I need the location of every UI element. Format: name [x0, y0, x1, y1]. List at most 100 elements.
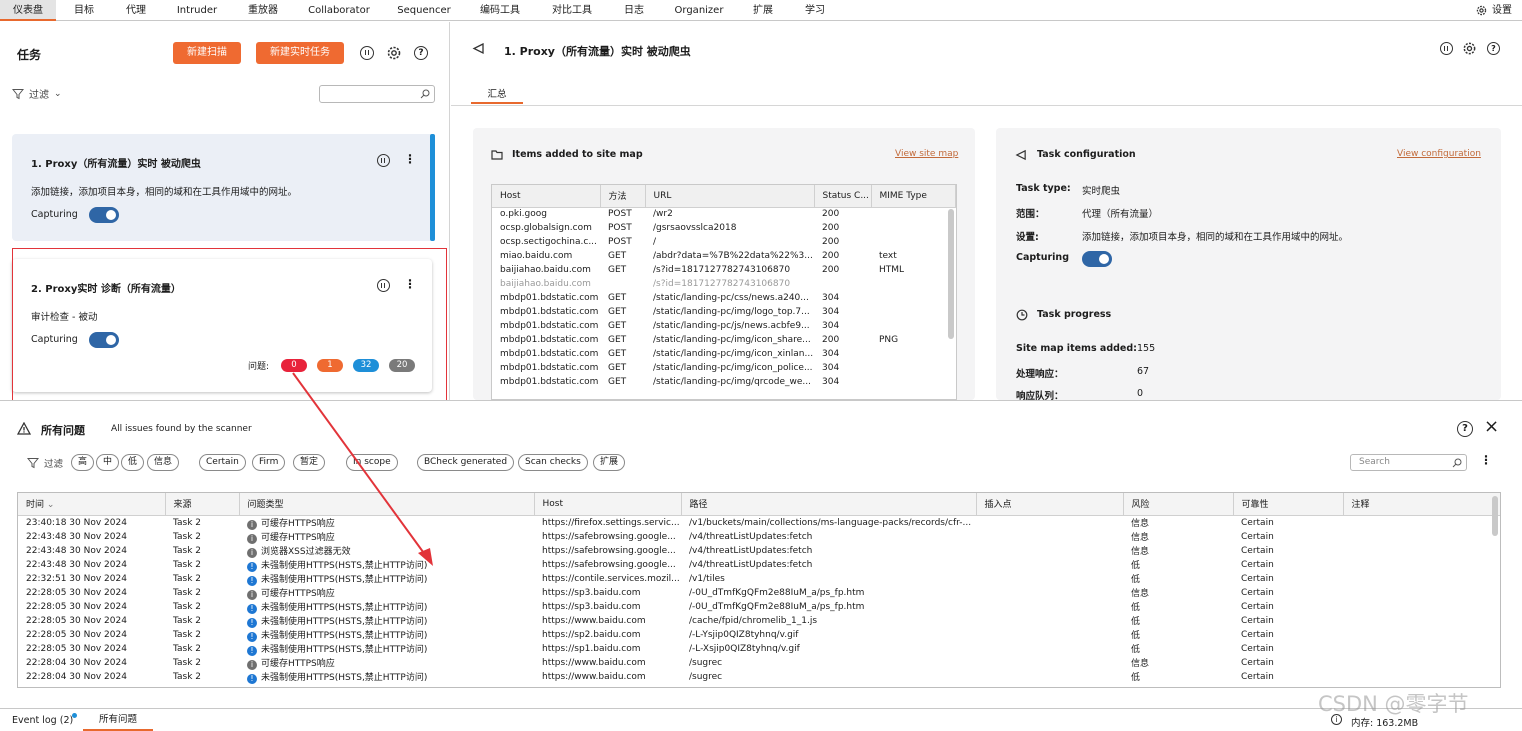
chip-high[interactable]: 高: [71, 454, 95, 471]
issue-row[interactable]: 22:43:48 30 Nov 2024 Task 2 i 浏览器XSS过滤器无效 ht…: [18, 544, 1500, 558]
issue-row[interactable]: 22:28:05 30 Nov 2024 Task 2 i 可缓存HTTPS响应 htt…: [18, 586, 1500, 600]
sitemap-row[interactable]: mbdp01.bdstatic.com GET/static/landing-pc…: [492, 319, 956, 333]
issue-row[interactable]: 23:40:18 30 Nov 2024 Task 2 i 可缓存HTTPS响应 htt…: [18, 515, 1500, 530]
column-header[interactable]: 风险: [1123, 493, 1234, 516]
sitemap-row[interactable]: baijiahao.baidu.com/s?id=181712778274310…: [492, 277, 956, 291]
capturing-toggle[interactable]: [1082, 251, 1112, 267]
help-icon[interactable]: ?: [1457, 421, 1473, 437]
new-live-task-button[interactable]: 新建实时任务: [256, 42, 344, 64]
sitemap-cell: mbdp01.bdstatic.com: [500, 321, 599, 331]
column-header[interactable]: Host: [492, 185, 601, 208]
sitemap-row[interactable]: baijiahao.baidu.com GET/s?id=181712778274…: [492, 263, 956, 277]
sitemap-row[interactable]: o.pki.goog POST/wr2 200: [492, 207, 956, 221]
tab-decoder[interactable]: 编码工具: [470, 0, 530, 21]
pause-all-icon[interactable]: [360, 46, 374, 60]
tab-learn[interactable]: 学习: [794, 0, 836, 21]
chip-certain[interactable]: Certain: [199, 454, 246, 471]
issue-time: 22:43:48 30 Nov 2024: [26, 545, 127, 556]
help-icon[interactable]: ?: [414, 46, 428, 60]
capturing-toggle[interactable]: [89, 207, 119, 223]
tab-extensions[interactable]: 扩展: [744, 0, 782, 21]
chip-info[interactable]: 信息: [147, 454, 180, 471]
sitemap-row[interactable]: mbdp01.bdstatic.com GET/static/landing-pc…: [492, 291, 956, 305]
sitemap-row[interactable]: miao.baidu.com GET/abdr?data=%7B%22data%2…: [492, 249, 956, 263]
issue-row[interactable]: 22:28:05 30 Nov 2024 Task 2! 未强制使用HTTPS(HS…: [18, 642, 1500, 656]
column-header-time[interactable]: 时间 ⌄: [18, 493, 166, 516]
gear-icon[interactable]: [1462, 41, 1477, 56]
pause-icon[interactable]: [377, 154, 390, 167]
issue-row[interactable]: 22:28:05 30 Nov 2024 Task 2! 未强制使用HTTPS(HS…: [18, 600, 1500, 614]
sitemap-scrollbar[interactable]: [948, 209, 954, 339]
sitemap-row[interactable]: mbdp01.bdstatic.com GET/static/landing-pc…: [492, 361, 956, 375]
issue-row[interactable]: 22:28:05 30 Nov 2024 Task 2! 未强制使用HTTPS(HS…: [18, 614, 1500, 628]
new-scan-button[interactable]: 新建扫描: [173, 42, 241, 64]
issue-row[interactable]: 22:28:04 30 Nov 2024 Task 2 i 可缓存HTTPS响应 htt…: [18, 656, 1500, 670]
tab-organizer[interactable]: Organizer: [666, 0, 732, 21]
column-header[interactable]: 来源: [165, 493, 240, 516]
sitemap-row[interactable]: mbdp01.bdstatic.com GET/static/landing-pc…: [492, 305, 956, 319]
column-header[interactable]: 插入点: [976, 493, 1124, 516]
sitemap-row[interactable]: ocsp.sectigochina.c... POST / 200: [492, 235, 956, 249]
chip-tentative[interactable]: 暂定: [293, 454, 326, 471]
column-header[interactable]: 可靠性: [1233, 493, 1344, 516]
tab-comparer[interactable]: 对比工具: [542, 0, 602, 21]
issue-row[interactable]: 22:43:48 30 Nov 2024 Task 2! 未强制使用HTTPS(HS…: [18, 558, 1500, 572]
issue-source: Task 2: [173, 657, 202, 668]
more-options-icon[interactable]: ⋮: [1480, 453, 1492, 467]
view-site-map-link[interactable]: View site map: [895, 149, 958, 159]
column-header[interactable]: URL: [645, 185, 815, 208]
tab-collaborator[interactable]: Collaborator: [300, 0, 378, 21]
chip-in-scope[interactable]: In scope: [346, 454, 398, 471]
task-search-input[interactable]: [319, 85, 435, 103]
tab-repeater[interactable]: 重放器: [238, 0, 288, 21]
issues-filter-button[interactable]: 过滤: [27, 456, 63, 470]
column-header[interactable]: 注释: [1343, 493, 1500, 516]
issues-scrollbar[interactable]: [1492, 496, 1498, 536]
chip-firm[interactable]: Firm: [252, 454, 286, 471]
column-header[interactable]: MIME Type: [871, 185, 956, 208]
tab-summary[interactable]: 汇总: [471, 82, 523, 104]
sitemap-row[interactable]: mbdp01.bdstatic.com GET/static/landing-pc…: [492, 333, 956, 347]
sitemap-row[interactable]: ocsp.globalsign.com POST/gsrsaovsslca2018…: [492, 221, 956, 235]
issue-time: 22:28:05 30 Nov 2024: [26, 601, 127, 612]
issue-type-label: 可缓存HTTPS响应: [261, 658, 335, 669]
issue-risk: 低: [1131, 561, 1141, 571]
column-header[interactable]: 问题类型: [239, 493, 535, 516]
all-issues-tab[interactable]: 所有问题: [83, 709, 153, 731]
settings-button[interactable]: 设置: [1475, 0, 1512, 21]
chip-low[interactable]: 低: [121, 454, 145, 471]
view-configuration-link[interactable]: View configuration: [1397, 149, 1481, 159]
column-header[interactable]: 方法: [600, 185, 646, 208]
tab-sequencer[interactable]: Sequencer: [390, 0, 458, 21]
tab-logger[interactable]: 日志: [614, 0, 654, 21]
filter-button[interactable]: 过滤 ⌄: [12, 86, 62, 101]
issue-row[interactable]: 22:43:48 30 Nov 2024 Task 2 i 可缓存HTTPS响应 htt…: [18, 530, 1500, 544]
chip-scan-checks[interactable]: Scan checks: [518, 454, 588, 471]
tab-intruder[interactable]: Intruder: [168, 0, 226, 21]
issue-row[interactable]: 22:28:05 30 Nov 2024 Task 2! 未强制使用HTTPS(HS…: [18, 628, 1500, 642]
tab-proxy[interactable]: 代理: [114, 0, 158, 21]
issue-row[interactable]: 22:32:51 30 Nov 2024 Task 2! 未强制使用HTTPS(HS…: [18, 572, 1500, 586]
gear-icon[interactable]: [386, 45, 402, 61]
tab-target[interactable]: 目标: [62, 0, 106, 21]
event-log-tab[interactable]: Event log (2): [12, 715, 73, 726]
help-icon[interactable]: ?: [1487, 42, 1500, 55]
sitemap-cell: /static/landing-pc/img/icon_xinlan...: [653, 349, 814, 359]
pause-icon[interactable]: [1440, 42, 1453, 55]
capturing-label: Capturing: [31, 209, 78, 220]
chip-extensions[interactable]: 扩展: [593, 454, 626, 471]
issues-search-input[interactable]: Search: [1350, 454, 1467, 471]
column-header[interactable]: Host: [534, 493, 682, 516]
sitemap-row[interactable]: mbdp01.bdstatic.com GET/static/landing-pc…: [492, 347, 956, 361]
tab-dashboard[interactable]: 仪表盘: [0, 0, 56, 21]
issue-row[interactable]: 22:28:04 30 Nov 2024 Task 2! 未强制使用HTTPS(HS…: [18, 670, 1500, 684]
task-card-1[interactable]: 1. Proxy（所有流量）实时 被动爬虫 ⋮ 添加链接，添加项目本身，相同的域…: [12, 134, 435, 241]
more-options-icon[interactable]: ⋮: [404, 152, 416, 166]
chip-bcheck-generated[interactable]: BCheck generated: [417, 454, 515, 471]
close-icon[interactable]: ×: [1484, 417, 1499, 437]
chip-medium[interactable]: 中: [96, 454, 120, 471]
sitemap-cell: miao.baidu.com: [500, 251, 573, 261]
sitemap-row[interactable]: mbdp01.bdstatic.com GET/static/landing-pc…: [492, 375, 956, 389]
column-header[interactable]: Status C...: [814, 185, 872, 208]
column-header[interactable]: 路径: [681, 493, 977, 516]
